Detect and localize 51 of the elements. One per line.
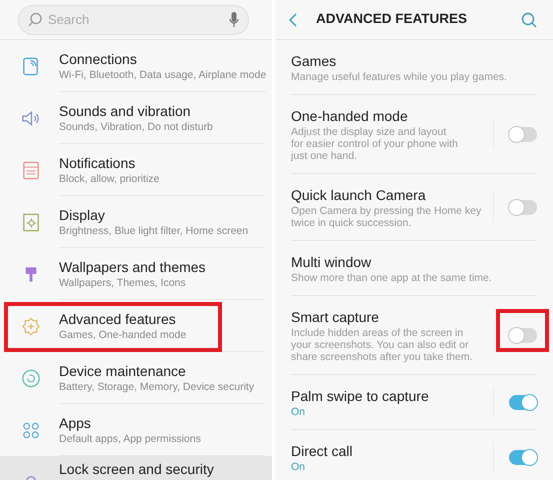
item-subtitle: Brightness, Blue light filter, Home screen bbox=[59, 224, 250, 238]
feature-description: Manage useful features while you play games. bbox=[291, 71, 508, 83]
search-field[interactable]: Search bbox=[18, 4, 249, 34]
settings-item[interactable]: Device maintenance Battery, Storage, Memory, Device security bbox=[0, 352, 272, 404]
page-title: ADVANCED FEATURES bbox=[316, 10, 468, 28]
feature-description: On bbox=[291, 461, 306, 473]
item-title: Wallpapers and themes bbox=[59, 258, 207, 276]
item-subtitle: Wi-Fi, Bluetooth, Data usage, Airplane mode bbox=[59, 68, 266, 82]
item-subtitle: Wallpapers, Themes, Icons bbox=[59, 276, 187, 290]
feature-description: On bbox=[291, 406, 306, 418]
settings-item[interactable]: Lock screen and security bbox=[0, 456, 272, 480]
item-title: Lock screen and security bbox=[59, 460, 215, 478]
feature-description: Open Camera by pressing the Home key twice in quick succession. bbox=[291, 205, 482, 229]
search-input[interactable]: Search bbox=[48, 10, 224, 30]
feature-title: Smart capture bbox=[291, 308, 380, 327]
item-title: Sounds and vibration bbox=[59, 102, 192, 120]
item-subtitle: Battery, Storage, Memory, Device security bbox=[59, 380, 256, 394]
toggle-switch[interactable] bbox=[509, 126, 537, 142]
feature-title: One-handed mode bbox=[291, 107, 409, 126]
back-icon[interactable] bbox=[289, 12, 297, 26]
microphone-icon[interactable] bbox=[229, 12, 239, 28]
item-title: Device maintenance bbox=[59, 362, 187, 380]
settings-item[interactable]: Notifications Block, allow, prioritize bbox=[0, 144, 272, 196]
feature-title: Games bbox=[291, 52, 338, 71]
settings-item[interactable]: Wallpapers and themes Wallpapers, Themes, Icons bbox=[0, 248, 272, 300]
search-icon[interactable] bbox=[521, 12, 537, 28]
item-title: Apps bbox=[59, 414, 92, 432]
search-icon bbox=[28, 12, 43, 27]
item-subtitle: Games, One-handed mode bbox=[59, 328, 188, 342]
toggle-switch[interactable] bbox=[509, 328, 537, 342]
toggle-switch[interactable] bbox=[509, 200, 537, 214]
feature-title: Multi window bbox=[291, 253, 372, 272]
feature-description: Adjust the display size and layout for easier control of your phone with just one hand. bbox=[291, 126, 459, 162]
item-title: Connections bbox=[59, 50, 138, 68]
feature-title: Direct call bbox=[291, 442, 354, 461]
feature-description: Show more than one app at the same time. bbox=[291, 272, 493, 284]
feature-title: Palm swipe to capture bbox=[291, 387, 430, 406]
item-subtitle: Block, allow, prioritize bbox=[59, 172, 160, 186]
item-title: Display bbox=[59, 206, 106, 224]
feature-title: Quick launch Camera bbox=[291, 186, 427, 205]
toggle-switch[interactable] bbox=[509, 450, 537, 464]
settings-item[interactable]: Advanced features Games, One-handed mode bbox=[0, 300, 272, 352]
item-subtitle: Sounds, Vibration, Do not disturb bbox=[59, 120, 214, 134]
settings-item[interactable]: Display Brightness, Blue light filter, Home screen bbox=[0, 196, 272, 248]
item-subtitle: Default apps, App permissions bbox=[59, 432, 202, 446]
feature-description: Include hidden areas of the screen in your screenshots. You can also edit or share screenshots after you take them. bbox=[291, 327, 474, 363]
item-title: Notifications bbox=[59, 154, 136, 172]
item-title: Advanced features bbox=[59, 310, 177, 328]
toggle-switch[interactable] bbox=[509, 394, 537, 410]
settings-item[interactable]: Connections Wi-Fi, Bluetooth, Data usage, Airplane mode bbox=[0, 40, 272, 92]
settings-item[interactable]: Sounds and vibration Sounds, Vibration, Do not disturb bbox=[0, 92, 272, 144]
